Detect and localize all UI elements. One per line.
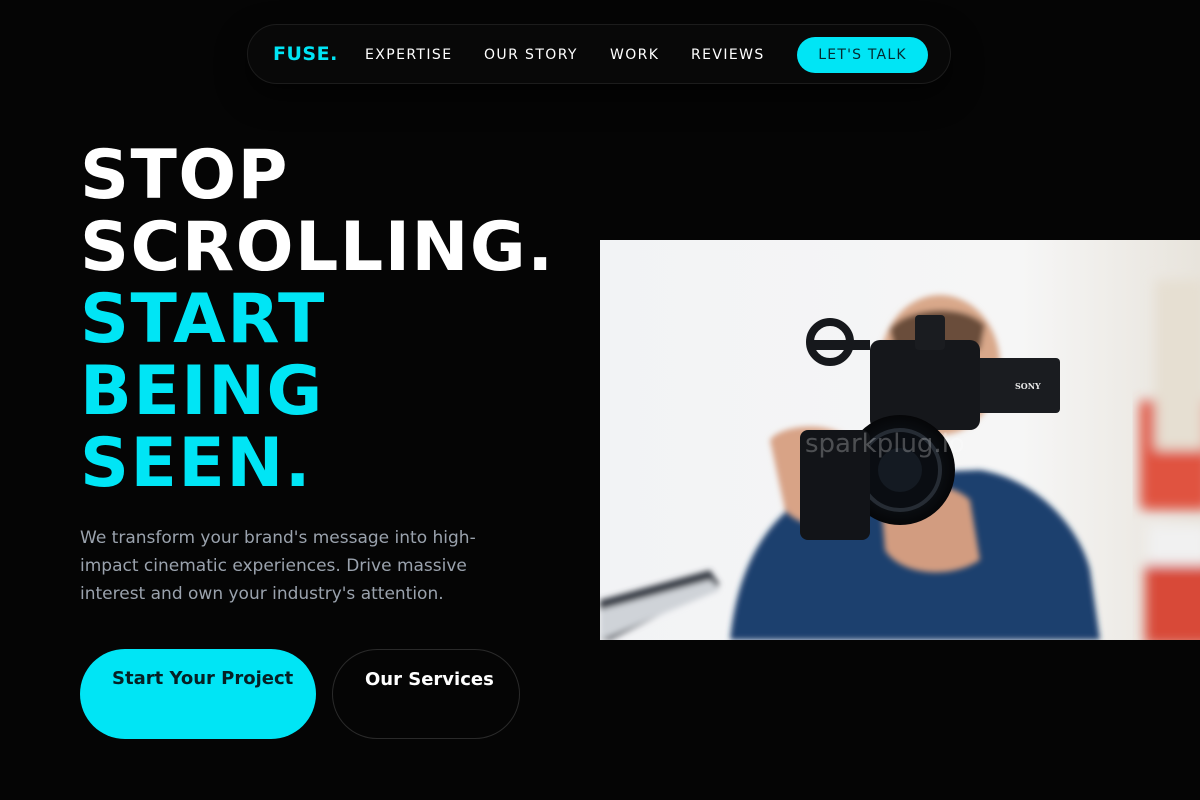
- brand-logo[interactable]: FUSE.: [273, 42, 338, 66]
- headline-line-seen: SEEN.: [80, 424, 313, 503]
- hero-headline: STOP SCROLLING. START BEING SEEN.: [80, 140, 555, 500]
- headline-line-stop: STOP: [80, 136, 290, 215]
- photo-watermark: sparkplug.io: [805, 429, 965, 459]
- headline-line-scrolling: SCROLLING.: [80, 208, 555, 287]
- camera-brand-label: SONY: [1015, 381, 1041, 391]
- hero-photo-videographer: SONY sparkplug.io: [600, 240, 1200, 640]
- lets-talk-button[interactable]: LET'S TALK: [797, 37, 928, 73]
- top-navigation: FUSE. EXPERTISE OUR STORY WORK REVIEWS L…: [247, 24, 951, 84]
- hero-description: We transform your brand's message into h…: [80, 528, 476, 604]
- headline-line-start: START: [80, 280, 326, 359]
- headline-line-being: BEING: [80, 352, 324, 431]
- our-services-button[interactable]: Our Services: [332, 649, 520, 739]
- nav-link-reviews[interactable]: REVIEWS: [691, 46, 765, 64]
- nav-link-our-story[interactable]: OUR STORY: [484, 46, 578, 64]
- nav-link-work[interactable]: WORK: [610, 46, 659, 64]
- nav-link-expertise[interactable]: EXPERTISE: [365, 46, 452, 64]
- start-project-button[interactable]: Start Your Project: [80, 649, 316, 739]
